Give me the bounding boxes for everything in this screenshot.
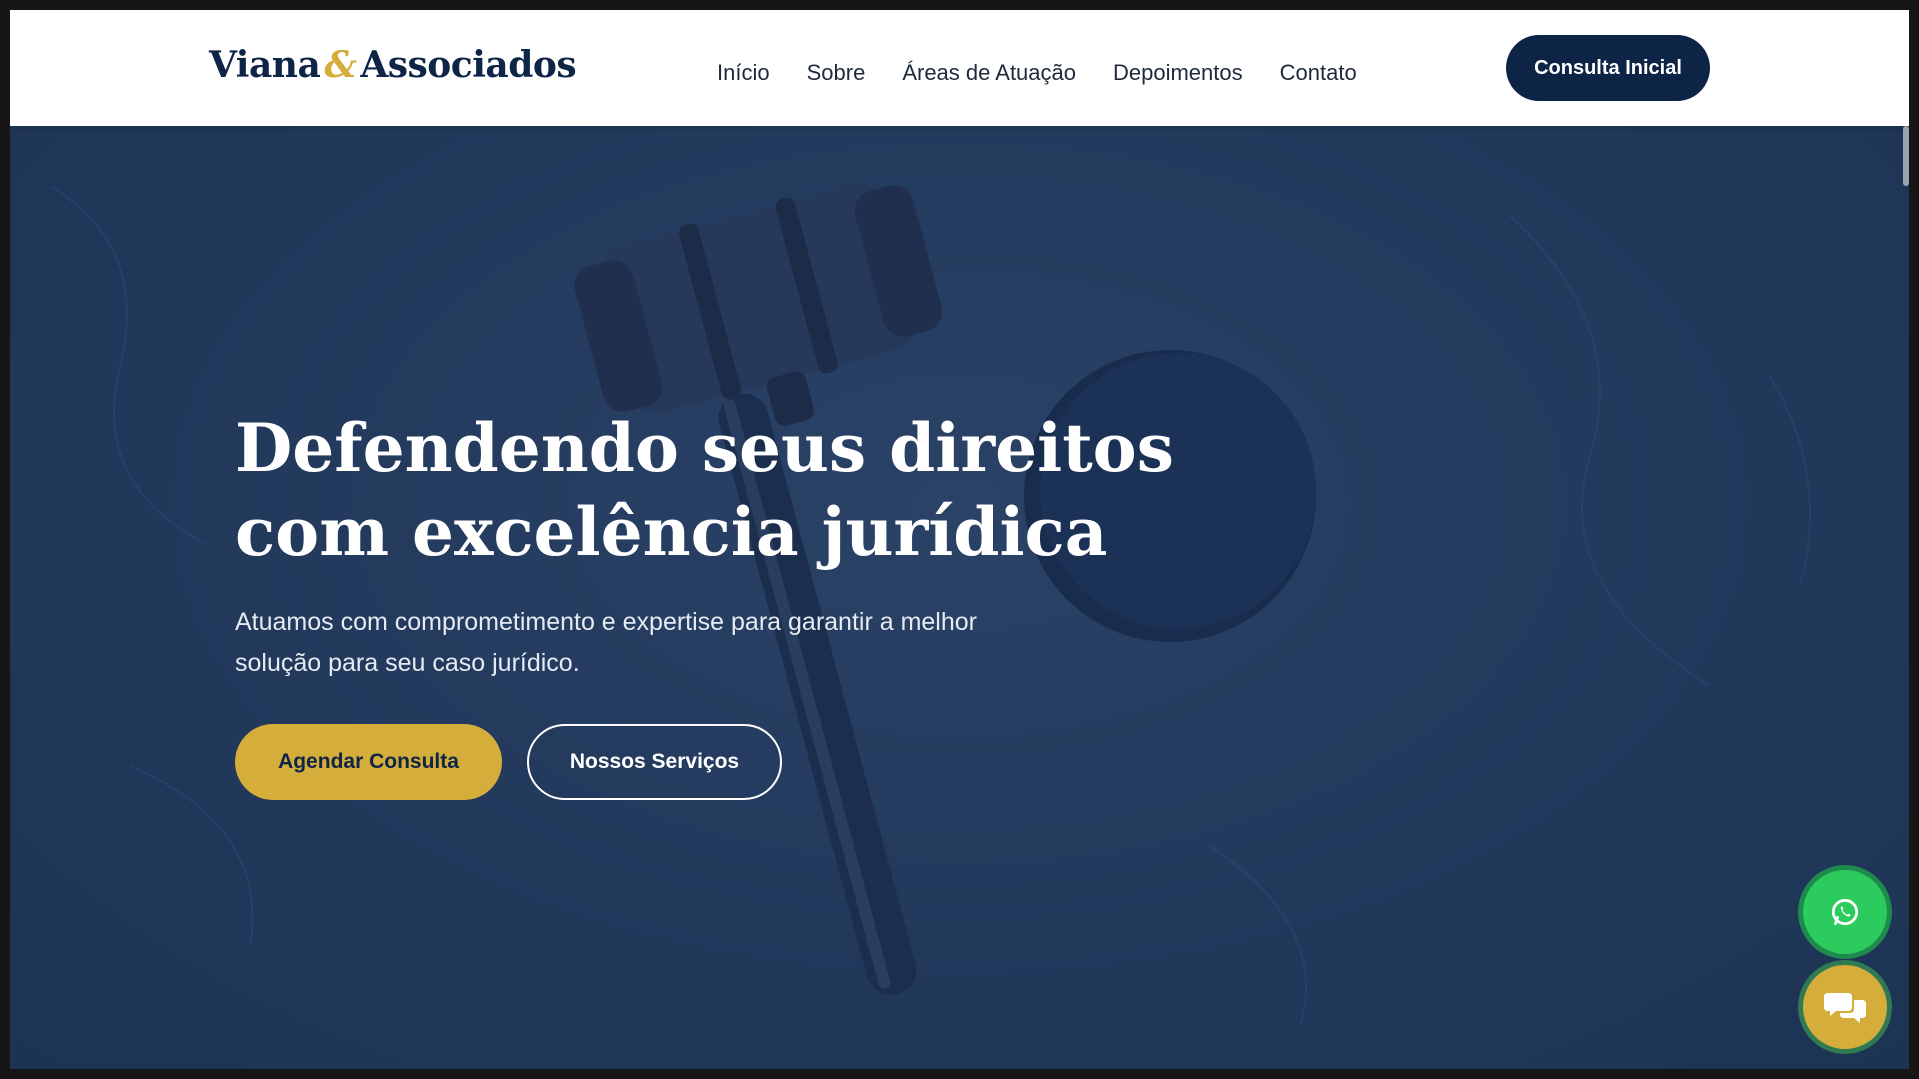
consulta-inicial-button[interactable]: Consulta Inicial — [1506, 35, 1710, 101]
hero-content: Defendendo seus direitos com excelência … — [235, 406, 1174, 800]
nav-item-depoimentos[interactable]: Depoimentos — [1113, 60, 1243, 86]
hero-subtitle-line2: solução para seu caso jurídico. — [235, 649, 580, 677]
brand-logo[interactable]: Viana & Associados — [209, 44, 577, 86]
hero-title: Defendendo seus direitos com excelência … — [235, 406, 1174, 574]
chat-bubbles-icon — [1824, 993, 1866, 1023]
hero-title-line1: Defendendo seus direitos — [235, 409, 1174, 487]
nav-item-areas-de-atuacao[interactable]: Áreas de Atuação — [902, 60, 1076, 86]
whatsapp-button[interactable] — [1803, 870, 1887, 954]
browser-viewport: Viana & Associados Início Sobre Áreas de A… — [10, 10, 1909, 1069]
hero-subtitle: Atuamos com comprometimento e expertise … — [235, 602, 1055, 684]
site-header: Viana & Associados Início Sobre Áreas de A… — [10, 10, 1909, 126]
brand-name-part2: Associados — [360, 44, 577, 86]
nav-item-inicio[interactable]: Início — [717, 60, 770, 86]
nav-item-sobre[interactable]: Sobre — [807, 60, 866, 86]
hero-actions: Agendar Consulta Nossos Serviços — [235, 724, 1135, 800]
hero-subtitle-line1: Atuamos com comprometimento e expertise … — [235, 608, 977, 636]
brand-ampersand: & — [324, 44, 357, 86]
page-scrollbar[interactable] — [1903, 126, 1909, 1069]
main-nav: Início Sobre Áreas de Atuação Depoimento… — [717, 60, 1357, 86]
scrollbar-thumb[interactable] — [1903, 126, 1909, 186]
brand-name-part1: Viana — [209, 44, 321, 86]
nav-item-contato[interactable]: Contato — [1280, 60, 1357, 86]
whatsapp-icon — [1831, 898, 1859, 926]
nossos-servicos-button[interactable]: Nossos Serviços — [527, 724, 782, 800]
chat-button[interactable] — [1803, 965, 1887, 1049]
agendar-consulta-button[interactable]: Agendar Consulta — [235, 724, 502, 800]
hero-title-line2: com excelência jurídica — [235, 493, 1108, 571]
hero-section: Defendendo seus direitos com excelência … — [10, 126, 1909, 1069]
